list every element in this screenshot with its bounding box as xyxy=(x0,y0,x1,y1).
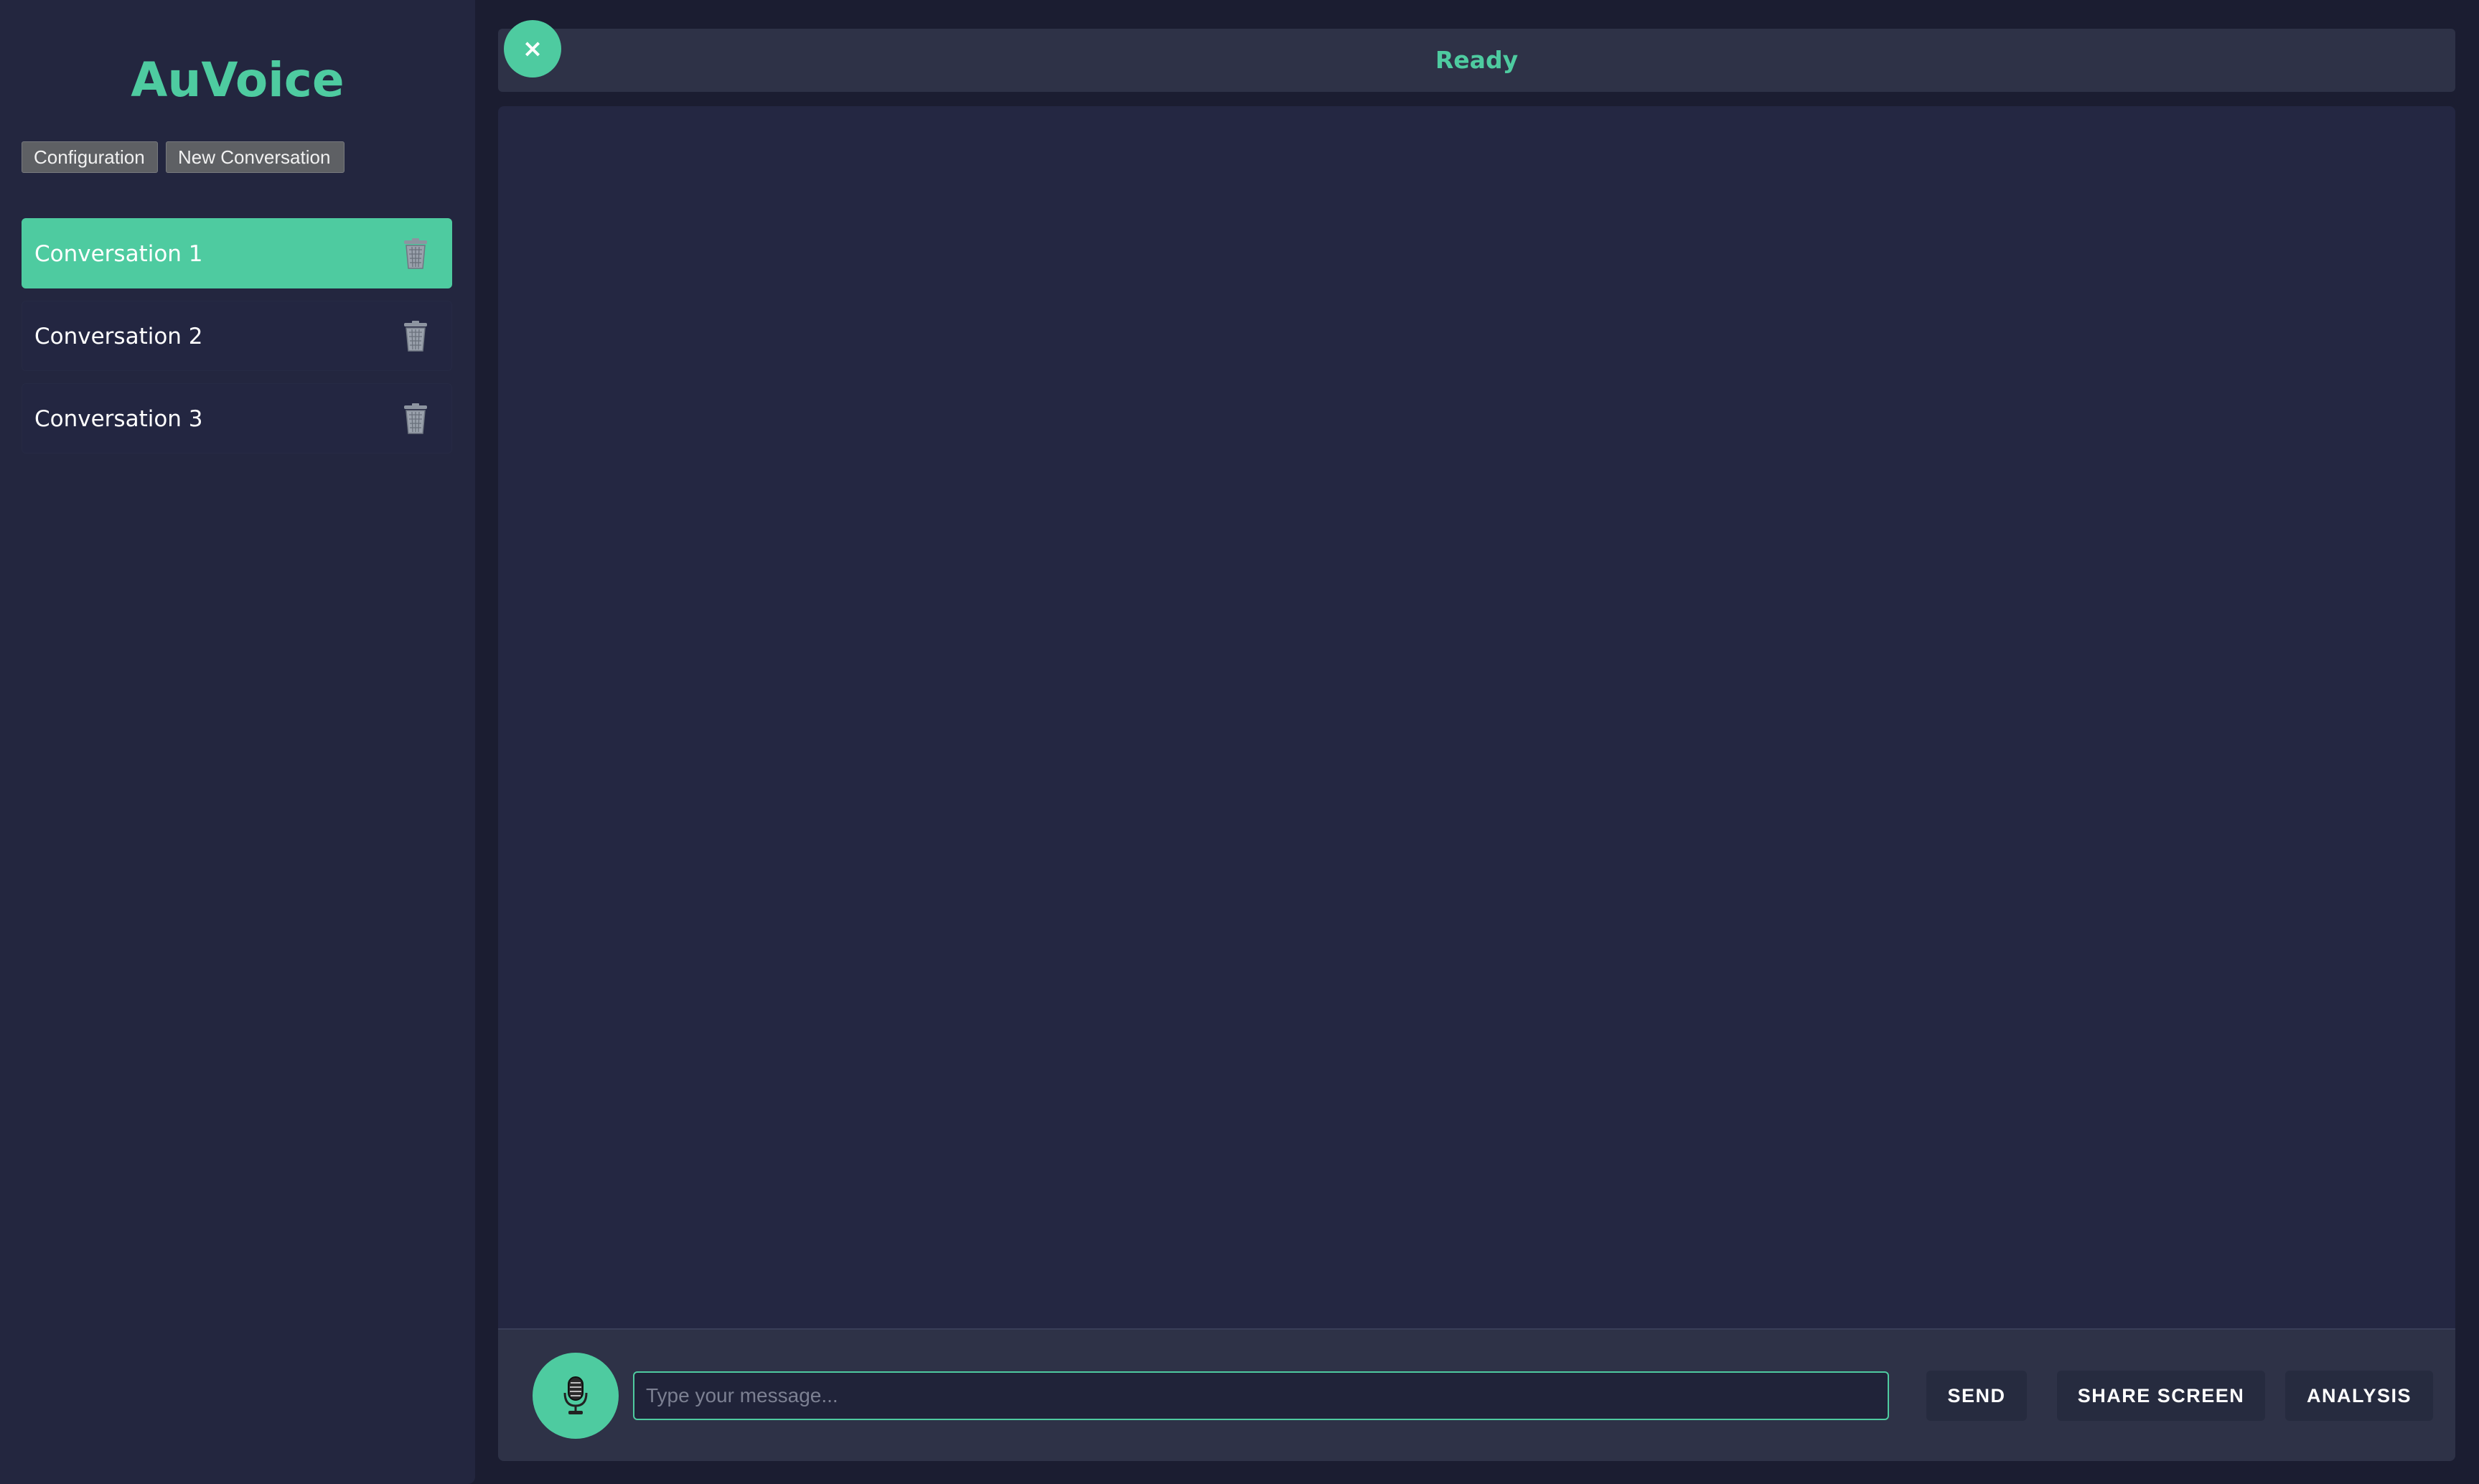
trash-icon[interactable] xyxy=(403,321,428,352)
message-input[interactable] xyxy=(633,1371,1889,1420)
conversation-item[interactable]: Conversation 2 xyxy=(22,301,452,371)
conversation-list: Conversation 1 Conversation 2 Conversati… xyxy=(22,218,452,466)
conversation-label: Conversation 2 xyxy=(34,324,203,349)
close-button[interactable]: × xyxy=(504,20,561,78)
conversation-item[interactable]: Conversation 3 xyxy=(22,383,452,454)
conversation-label: Conversation 1 xyxy=(34,241,203,267)
app-title: AuVoice xyxy=(131,52,345,108)
analysis-button[interactable]: ANALYSIS xyxy=(2285,1371,2433,1421)
sidebar: AuVoice Configuration New Conversation C… xyxy=(0,0,475,1484)
app-window: AuVoice Configuration New Conversation C… xyxy=(0,0,2479,1484)
conversation-label: Conversation 3 xyxy=(34,406,203,432)
input-bar: SEND SHARE SCREEN ANALYSIS xyxy=(498,1328,2455,1461)
microphone-button[interactable] xyxy=(533,1353,619,1439)
status-text: Ready xyxy=(1435,46,1519,74)
conversation-item[interactable]: Conversation 1 xyxy=(22,218,452,288)
microphone-icon xyxy=(563,1376,588,1414)
new-conversation-button[interactable]: New Conversation xyxy=(166,141,345,173)
configuration-button[interactable]: Configuration xyxy=(22,141,158,173)
trash-icon[interactable] xyxy=(403,238,428,270)
chat-panel: SEND SHARE SCREEN ANALYSIS xyxy=(498,106,2455,1461)
send-button[interactable]: SEND xyxy=(1926,1371,2027,1421)
close-icon: × xyxy=(522,34,543,63)
trash-icon[interactable] xyxy=(403,403,428,435)
share-screen-button[interactable]: SHARE SCREEN xyxy=(2057,1371,2265,1421)
message-area xyxy=(498,106,2455,1328)
status-bar: Ready xyxy=(498,29,2455,92)
